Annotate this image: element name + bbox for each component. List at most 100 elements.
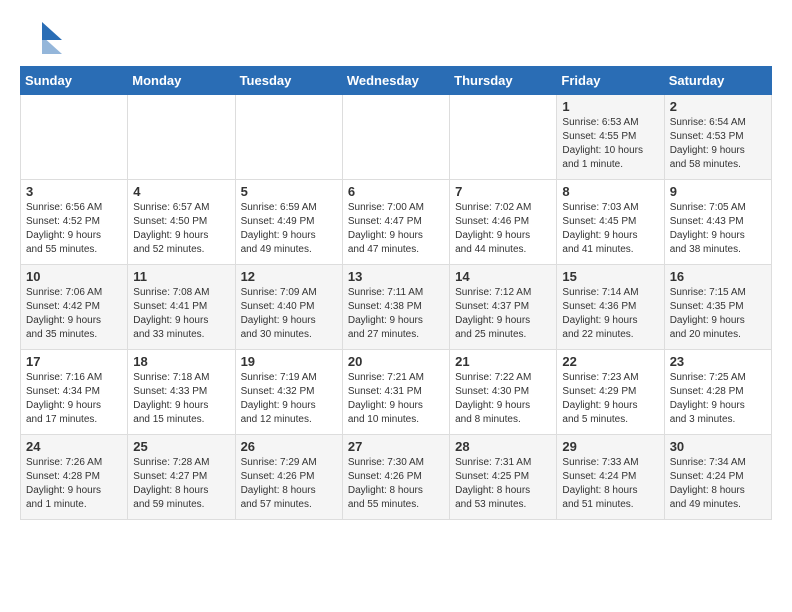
day-info: Sunrise: 7:18 AM Sunset: 4:33 PM Dayligh… [133, 371, 229, 427]
day-info: Sunrise: 7:21 AM Sunset: 4:31 PM Dayligh… [348, 371, 444, 427]
calendar-cell [450, 95, 557, 180]
day-info: Sunrise: 6:57 AM Sunset: 4:50 PM Dayligh… [133, 201, 229, 257]
calendar-cell [342, 95, 449, 180]
day-info: Sunrise: 7:12 AM Sunset: 4:37 PM Dayligh… [455, 286, 551, 342]
day-number: 24 [26, 439, 122, 454]
day-info: Sunrise: 7:09 AM Sunset: 4:40 PM Dayligh… [241, 286, 337, 342]
day-number: 25 [133, 439, 229, 454]
day-number: 11 [133, 269, 229, 284]
day-number: 5 [241, 184, 337, 199]
day-number: 7 [455, 184, 551, 199]
day-number: 18 [133, 354, 229, 369]
day-number: 28 [455, 439, 551, 454]
calendar-week-1: 1 Sunrise: 6:53 AM Sunset: 4:55 PM Daylig… [21, 95, 772, 180]
day-number: 3 [26, 184, 122, 199]
day-number: 14 [455, 269, 551, 284]
day-header-friday: Friday [557, 67, 664, 95]
day-info: Sunrise: 7:28 AM Sunset: 4:27 PM Dayligh… [133, 456, 229, 512]
day-info: Sunrise: 6:56 AM Sunset: 4:52 PM Dayligh… [26, 201, 122, 257]
day-info: Sunrise: 7:31 AM Sunset: 4:25 PM Dayligh… [455, 456, 551, 512]
calendar-cell: 25 Sunrise: 7:28 AM Sunset: 4:27 PM Dayli… [128, 435, 235, 520]
day-header-monday: Monday [128, 67, 235, 95]
calendar-cell: 2 Sunrise: 6:54 AM Sunset: 4:53 PM Daylig… [664, 95, 771, 180]
day-number: 27 [348, 439, 444, 454]
calendar-header: SundayMondayTuesdayWednesdayThursdayFrid… [21, 67, 772, 95]
calendar-cell: 18 Sunrise: 7:18 AM Sunset: 4:33 PM Dayli… [128, 350, 235, 435]
day-info: Sunrise: 7:29 AM Sunset: 4:26 PM Dayligh… [241, 456, 337, 512]
calendar-cell: 19 Sunrise: 7:19 AM Sunset: 4:32 PM Dayli… [235, 350, 342, 435]
logo [20, 20, 66, 56]
calendar-cell [235, 95, 342, 180]
day-header-wednesday: Wednesday [342, 67, 449, 95]
day-info: Sunrise: 6:53 AM Sunset: 4:55 PM Dayligh… [562, 116, 658, 172]
day-info: Sunrise: 7:19 AM Sunset: 4:32 PM Dayligh… [241, 371, 337, 427]
calendar-cell: 29 Sunrise: 7:33 AM Sunset: 4:24 PM Dayli… [557, 435, 664, 520]
day-number: 23 [670, 354, 766, 369]
calendar-week-4: 17Sunrise: 7:16 AM Sunset: 4:34 PM Dayli… [21, 350, 772, 435]
day-info: Sunrise: 7:16 AM Sunset: 4:34 PM Dayligh… [26, 371, 122, 427]
calendar-cell: 11 Sunrise: 7:08 AM Sunset: 4:41 PM Dayli… [128, 265, 235, 350]
calendar-cell: 22Sunrise: 7:23 AM Sunset: 4:29 PM Dayli… [557, 350, 664, 435]
calendar-cell: 13 Sunrise: 7:11 AM Sunset: 4:38 PM Dayli… [342, 265, 449, 350]
day-info: Sunrise: 6:59 AM Sunset: 4:49 PM Dayligh… [241, 201, 337, 257]
day-header-tuesday: Tuesday [235, 67, 342, 95]
calendar-week-3: 10 Sunrise: 7:06 AM Sunset: 4:42 PM Dayli… [21, 265, 772, 350]
day-info: Sunrise: 7:05 AM Sunset: 4:43 PM Dayligh… [670, 201, 766, 257]
day-number: 30 [670, 439, 766, 454]
calendar-cell: 8 Sunrise: 7:03 AM Sunset: 4:45 PM Daylig… [557, 180, 664, 265]
day-number: 29 [562, 439, 658, 454]
day-info: Sunrise: 7:06 AM Sunset: 4:42 PM Dayligh… [26, 286, 122, 342]
day-info: Sunrise: 7:14 AM Sunset: 4:36 PM Dayligh… [562, 286, 658, 342]
day-header-saturday: Saturday [664, 67, 771, 95]
calendar-cell: 27 Sunrise: 7:30 AM Sunset: 4:26 PM Dayli… [342, 435, 449, 520]
day-info: Sunrise: 7:11 AM Sunset: 4:38 PM Dayligh… [348, 286, 444, 342]
day-info: Sunrise: 6:54 AM Sunset: 4:53 PM Dayligh… [670, 116, 766, 172]
calendar-cell: 21 Sunrise: 7:22 AM Sunset: 4:30 PM Dayli… [450, 350, 557, 435]
day-number: 2 [670, 99, 766, 114]
calendar-cell [128, 95, 235, 180]
calendar-cell: 26 Sunrise: 7:29 AM Sunset: 4:26 PM Dayli… [235, 435, 342, 520]
calendar-cell: 17Sunrise: 7:16 AM Sunset: 4:34 PM Dayli… [21, 350, 128, 435]
calendar-cell: 12 Sunrise: 7:09 AM Sunset: 4:40 PM Dayli… [235, 265, 342, 350]
day-info: Sunrise: 7:15 AM Sunset: 4:35 PM Dayligh… [670, 286, 766, 342]
day-info: Sunrise: 7:03 AM Sunset: 4:45 PM Dayligh… [562, 201, 658, 257]
day-number: 15 [562, 269, 658, 284]
calendar-body: 1 Sunrise: 6:53 AM Sunset: 4:55 PM Daylig… [21, 95, 772, 520]
day-number: 26 [241, 439, 337, 454]
day-number: 16 [670, 269, 766, 284]
calendar-cell: 15 Sunrise: 7:14 AM Sunset: 4:36 PM Dayli… [557, 265, 664, 350]
calendar-week-5: 24 Sunrise: 7:26 AM Sunset: 4:28 PM Dayli… [21, 435, 772, 520]
calendar-cell: 30 Sunrise: 7:34 AM Sunset: 4:24 PM Dayli… [664, 435, 771, 520]
logo-icon [20, 20, 62, 56]
calendar-cell: 23 Sunrise: 7:25 AM Sunset: 4:28 PM Dayli… [664, 350, 771, 435]
calendar-cell: 1 Sunrise: 6:53 AM Sunset: 4:55 PM Daylig… [557, 95, 664, 180]
calendar-cell: 6Sunrise: 7:00 AM Sunset: 4:47 PM Daylig… [342, 180, 449, 265]
day-info: Sunrise: 7:02 AM Sunset: 4:46 PM Dayligh… [455, 201, 551, 257]
day-info: Sunrise: 7:33 AM Sunset: 4:24 PM Dayligh… [562, 456, 658, 512]
day-number: 10 [26, 269, 122, 284]
day-number: 13 [348, 269, 444, 284]
calendar-week-2: 3 Sunrise: 6:56 AM Sunset: 4:52 PM Daylig… [21, 180, 772, 265]
day-info: Sunrise: 7:00 AM Sunset: 4:47 PM Dayligh… [348, 201, 444, 257]
calendar-cell: 20Sunrise: 7:21 AM Sunset: 4:31 PM Dayli… [342, 350, 449, 435]
day-info: Sunrise: 7:22 AM Sunset: 4:30 PM Dayligh… [455, 371, 551, 427]
calendar-cell [21, 95, 128, 180]
day-number: 12 [241, 269, 337, 284]
calendar-cell: 16 Sunrise: 7:15 AM Sunset: 4:35 PM Dayli… [664, 265, 771, 350]
day-info: Sunrise: 7:30 AM Sunset: 4:26 PM Dayligh… [348, 456, 444, 512]
calendar-cell: 24 Sunrise: 7:26 AM Sunset: 4:28 PM Dayli… [21, 435, 128, 520]
day-number: 4 [133, 184, 229, 199]
page-header [20, 16, 772, 56]
day-info: Sunrise: 7:25 AM Sunset: 4:28 PM Dayligh… [670, 371, 766, 427]
day-info: Sunrise: 7:34 AM Sunset: 4:24 PM Dayligh… [670, 456, 766, 512]
calendar-cell: 7 Sunrise: 7:02 AM Sunset: 4:46 PM Daylig… [450, 180, 557, 265]
day-number: 1 [562, 99, 658, 114]
day-number: 9 [670, 184, 766, 199]
day-number: 8 [562, 184, 658, 199]
day-number: 19 [241, 354, 337, 369]
day-number: 21 [455, 354, 551, 369]
day-info: Sunrise: 7:08 AM Sunset: 4:41 PM Dayligh… [133, 286, 229, 342]
calendar-cell: 4 Sunrise: 6:57 AM Sunset: 4:50 PM Daylig… [128, 180, 235, 265]
day-info: Sunrise: 7:26 AM Sunset: 4:28 PM Dayligh… [26, 456, 122, 512]
calendar-cell: 3 Sunrise: 6:56 AM Sunset: 4:52 PM Daylig… [21, 180, 128, 265]
